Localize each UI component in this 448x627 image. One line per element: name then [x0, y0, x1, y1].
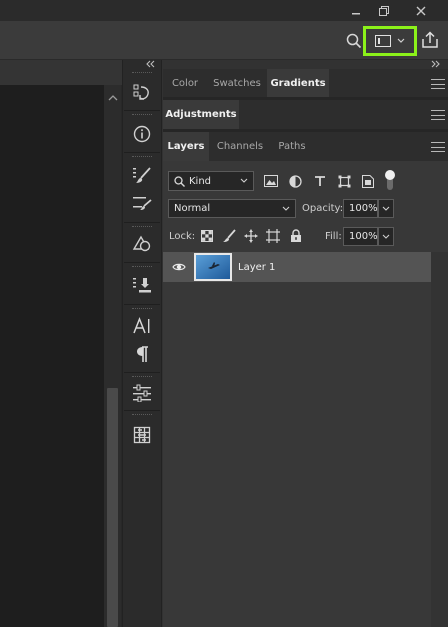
lock-artboard-icon[interactable] [265, 228, 281, 244]
search-icon[interactable] [344, 31, 364, 51]
tab-channels[interactable]: Channels [210, 132, 270, 161]
chevron-down-icon [282, 206, 290, 212]
adjustments-panel-tab-bar: Adjustments [163, 100, 448, 129]
character-icon[interactable] [123, 311, 161, 341]
tab-paths-label: Paths [278, 141, 306, 152]
dock-separator [124, 222, 160, 223]
fill-input[interactable]: 100% [343, 227, 378, 246]
opacity-input[interactable]: 100% [343, 199, 378, 218]
workspace-icon [375, 35, 391, 47]
tab-layers[interactable]: Layers [163, 132, 209, 161]
layer-row[interactable]: Layer 1 [163, 252, 431, 282]
filter-adjustment-icon[interactable] [286, 172, 304, 190]
dock-separator [124, 262, 160, 263]
filter-shape-icon[interactable] [335, 172, 353, 190]
brush-settings-icon[interactable] [123, 160, 161, 190]
dock-grip[interactable] [132, 72, 152, 74]
canvas[interactable] [0, 85, 104, 627]
layer-name: Layer 1 [238, 262, 276, 273]
layers-panel-tab-bar: Layers Channels Paths [163, 132, 448, 161]
eye-icon[interactable] [170, 259, 188, 275]
expand-panels-icon[interactable] [429, 59, 443, 69]
lock-label: Lock: [169, 231, 196, 242]
scroll-up-icon[interactable] [104, 90, 121, 104]
lock-image-pixels-icon[interactable] [221, 228, 237, 244]
history-icon[interactable] [123, 78, 161, 108]
dock-grip[interactable] [132, 114, 152, 116]
tab-layers-label: Layers [167, 141, 205, 152]
opacity-value: 100% [349, 203, 378, 214]
search-icon [174, 175, 185, 187]
workspace-switcher-button[interactable] [363, 26, 417, 56]
dock-separator [124, 410, 160, 411]
tab-gradients[interactable]: Gradients [267, 69, 329, 97]
dock-grip[interactable] [132, 266, 152, 268]
brushes-icon[interactable] [123, 188, 161, 218]
dock-grip[interactable] [132, 226, 152, 228]
tool-presets-icon[interactable] [123, 270, 161, 300]
tab-swatches-label: Swatches [213, 77, 261, 89]
fill-value: 100% [349, 231, 378, 242]
tab-color[interactable]: Color [163, 69, 207, 97]
lock-position-icon[interactable] [243, 228, 259, 244]
panel-menu-icon[interactable] [431, 79, 445, 89]
tab-adjustments[interactable]: Adjustments [163, 100, 239, 129]
dock-grip[interactable] [132, 414, 152, 416]
minimize-icon[interactable] [342, 0, 370, 21]
panel-menu-icon[interactable] [431, 110, 445, 120]
layer-thumbnail [194, 253, 232, 281]
info-icon[interactable] [123, 119, 161, 149]
layers-scrollbar[interactable] [431, 252, 448, 627]
glyphs-icon[interactable] [123, 420, 161, 450]
restore-icon[interactable] [370, 0, 398, 21]
fill-dropdown-button[interactable] [378, 227, 394, 246]
dock-separator [124, 110, 160, 111]
tab-paths[interactable]: Paths [271, 132, 313, 161]
tab-adjustments-label: Adjustments [165, 109, 237, 120]
dock-separator [124, 304, 160, 305]
filter-kind-label: Kind [189, 175, 212, 187]
document-tab-strip [0, 60, 122, 85]
collapse-dock-icon[interactable] [143, 59, 157, 69]
lock-all-icon[interactable] [288, 228, 304, 244]
chevron-down-icon [397, 38, 405, 44]
filter-smart-object-icon[interactable] [359, 172, 377, 190]
chevron-down-icon [382, 206, 390, 212]
toggle-knob [385, 170, 395, 180]
dock-separator [124, 152, 160, 153]
layer-filter-kind-select[interactable]: Kind [168, 171, 254, 191]
properties-icon[interactable] [123, 378, 161, 408]
tab-swatches[interactable]: Swatches [207, 69, 267, 97]
filter-type-icon[interactable] [311, 172, 329, 190]
filter-toggle-switch[interactable] [384, 169, 396, 191]
dock-separator [124, 372, 160, 373]
dock-grip[interactable] [132, 308, 152, 310]
layer-thumbnail-image [196, 255, 230, 279]
paragraph-icon[interactable] [123, 339, 161, 369]
lock-transparent-pixels-icon[interactable] [199, 228, 215, 244]
scrollbar-thumb[interactable] [107, 388, 118, 627]
dock-grip[interactable] [132, 156, 152, 158]
close-icon[interactable] [407, 0, 435, 21]
color-panel-tab-bar: Color Swatches Gradients [163, 69, 448, 97]
chevron-down-icon [240, 178, 248, 184]
share-icon[interactable] [420, 30, 440, 50]
tab-color-label: Color [171, 77, 199, 89]
tab-gradients-label: Gradients [270, 77, 326, 89]
opacity-dropdown-button[interactable] [378, 199, 394, 218]
blend-mode-value: Normal [174, 203, 211, 214]
filter-pixel-icon[interactable] [262, 172, 280, 190]
tab-channels-label: Channels [216, 141, 264, 152]
clone-source-icon[interactable] [123, 229, 161, 259]
fill-label: Fill: [325, 231, 342, 242]
chevron-down-icon [382, 234, 390, 240]
panel-menu-icon[interactable] [431, 142, 445, 152]
blend-mode-select[interactable]: Normal [168, 199, 296, 218]
opacity-label: Opacity: [302, 203, 344, 214]
